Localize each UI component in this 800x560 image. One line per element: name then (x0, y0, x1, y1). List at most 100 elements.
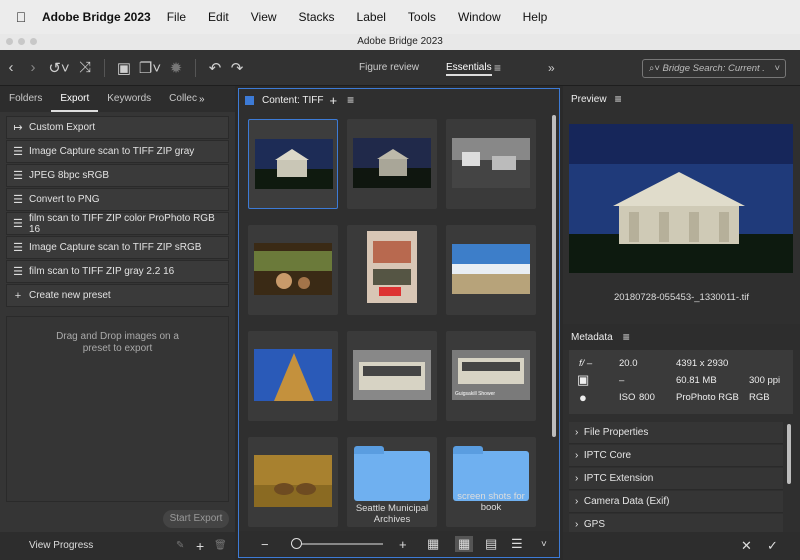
menu-view[interactable]: View (251, 10, 277, 24)
export-drop-zone[interactable]: Drag and Drop images on a preset to expo… (6, 316, 229, 502)
export-preset-row[interactable]: ☰ Image Capture scan to TIFF ZIP sRGB (6, 236, 229, 259)
camera-import-icon[interactable]: ▣ (113, 59, 135, 77)
preview-menu-icon[interactable]: ≡ (615, 92, 622, 106)
metadata-title: Metadata (571, 331, 613, 343)
menu-window[interactable]: Window (458, 10, 501, 24)
forward-icon[interactable]: › (22, 59, 44, 76)
section-camera-data[interactable]: › Camera Data (Exif) (569, 491, 783, 513)
content-panel: Content: TIFF + ≡ Guigsakill Shower Seat… (238, 88, 560, 558)
section-label: Camera Data (Exif) (583, 496, 670, 507)
minimize-window-icon[interactable] (18, 38, 25, 45)
iso-label: ISO (619, 392, 636, 403)
tab-folders[interactable]: Folders (0, 86, 51, 112)
custom-export-row[interactable]: ↦ Custom Export (6, 116, 229, 139)
thumbnail-cell[interactable] (347, 225, 437, 315)
export-preset-row[interactable]: ☰ film scan to TIFF ZIP gray 2.2 16 (6, 260, 229, 283)
rotate-right-icon[interactable]: ↷ (226, 59, 248, 77)
boomerang-icon[interactable]: ⤨ (74, 59, 96, 76)
section-file-properties[interactable]: › File Properties (569, 422, 783, 444)
search-icon: ⌕˅ (649, 63, 660, 74)
tab-collections[interactable]: Collec (160, 86, 197, 112)
edit-icon[interactable]: ✎ (176, 532, 184, 560)
thumbnail-view-icon[interactable]: ▦ (455, 536, 474, 552)
zoom-in-icon[interactable]: + (399, 537, 407, 552)
folder-cell[interactable]: screen shots for book (446, 437, 536, 527)
zoom-out-icon[interactable]: − (261, 537, 269, 552)
lock-grid-icon[interactable]: ▦ (427, 536, 439, 552)
export-preset-row[interactable]: ☰ Convert to PNG (6, 188, 229, 211)
drop-hint-line-1: Drag and Drop images on a (56, 331, 179, 342)
list-icon: ☰ (13, 170, 23, 182)
apply-icon[interactable]: ✓ (767, 538, 778, 554)
preview-filename: 20180728-055453-_1330011-.tif (613, 292, 750, 303)
refine-icon[interactable]: ❐˅ (135, 59, 165, 77)
export-preset-row[interactable]: ☰ film scan to TIFF ZIP color ProPhoto R… (6, 212, 229, 235)
list-icon: ☰ (13, 266, 23, 278)
export-preset-row[interactable]: ☰ JPEG 8bpc sRGB (6, 164, 229, 187)
start-export-button[interactable]: Start Export (163, 510, 229, 528)
thumbnail-cell[interactable]: Guigsakill Shower (446, 331, 536, 421)
recent-history-icon[interactable]: ↺˅ (44, 59, 74, 77)
add-icon[interactable]: + (196, 532, 204, 560)
thumbnail-size-slider[interactable] (291, 543, 383, 545)
thumbnail-cell[interactable] (248, 225, 338, 315)
thumbnail-cell[interactable] (248, 119, 338, 209)
app-name-menu[interactable]: Adobe Bridge 2023 (42, 10, 151, 24)
thumbnail-cell[interactable] (446, 225, 536, 315)
details-view-icon[interactable]: ▤ (485, 536, 497, 552)
aperture-value: 20.0 (619, 358, 638, 369)
workspace-menu-icon[interactable]: ≡ (494, 50, 501, 86)
workspace-essentials[interactable]: Essentials (446, 50, 492, 76)
section-iptc-core[interactable]: › IPTC Core (569, 445, 783, 467)
section-iptc-extension[interactable]: › IPTC Extension (569, 468, 783, 490)
open-in-camera-raw-icon[interactable]: ✹ (165, 59, 187, 77)
folder-cell[interactable]: Seattle Municipal Archives (347, 437, 437, 527)
preview-image[interactable] (569, 124, 793, 273)
menu-label[interactable]: Label (357, 10, 386, 24)
thumbnail-cell[interactable] (248, 437, 338, 527)
metadata-menu-icon[interactable]: ≡ (623, 330, 630, 344)
thumbnail-cell[interactable] (446, 119, 536, 209)
thumbnail-cell[interactable] (347, 331, 437, 421)
preset-label: JPEG 8bpc sRGB (29, 170, 110, 181)
menu-stacks[interactable]: Stacks (299, 10, 335, 24)
rotate-left-icon[interactable]: ↶ (204, 59, 226, 77)
zoom-window-icon[interactable] (30, 38, 37, 45)
workspace-figure-review[interactable]: Figure review (359, 50, 419, 86)
metadata-scrollbar[interactable] (787, 424, 791, 484)
bridge-search-input[interactable]: ⌕˅ Bridge Search: Current . ˅ (642, 59, 786, 78)
create-preset-row[interactable]: + Create new preset (6, 284, 229, 307)
thumbnail-cell[interactable] (347, 119, 437, 209)
content-menu-icon[interactable]: ≡ (347, 93, 354, 107)
search-placeholder: Bridge Search: Current . (662, 63, 765, 74)
folder-icon (354, 446, 430, 501)
content-color-swatch (245, 95, 254, 105)
more-tabs-icon[interactable]: » (199, 94, 205, 105)
search-dropdown-icon[interactable]: ˅ (774, 60, 780, 77)
trash-icon[interactable]: 🗑 (214, 532, 227, 560)
section-label: GPS (583, 519, 606, 530)
expand-workspaces-icon[interactable]: » (548, 50, 555, 86)
menu-edit[interactable]: Edit (208, 10, 229, 24)
house-night-thumbnail (255, 139, 333, 189)
camera-icon: ▣ (577, 372, 590, 387)
apple-icon[interactable]:  (0, 9, 42, 25)
list-view-icon[interactable]: ☰ (511, 536, 523, 552)
footer-dropdown-icon[interactable]: ˅ (541, 539, 547, 550)
menu-tools[interactable]: Tools (408, 10, 436, 24)
view-progress-link[interactable]: View Progress (29, 532, 93, 560)
tab-keywords[interactable]: Keywords (98, 86, 160, 112)
new-tab-icon[interactable]: + (330, 93, 338, 108)
slider-handle[interactable] (291, 538, 302, 549)
metadata-placard: f/ – ▣ ● 20.0 – ISO 800 4391 x 2930 60.8… (569, 350, 793, 414)
content-scrollbar[interactable] (552, 115, 556, 437)
tab-export[interactable]: Export (51, 86, 99, 112)
cancel-icon[interactable]: ✕ (741, 538, 752, 554)
menu-help[interactable]: Help (523, 10, 548, 24)
crowd-thumbnail (254, 243, 332, 295)
back-icon[interactable]: ‹ (0, 59, 22, 76)
close-window-icon[interactable] (6, 38, 13, 45)
menu-file[interactable]: File (167, 10, 186, 24)
thumbnail-cell[interactable] (248, 331, 338, 421)
export-preset-row[interactable]: ☰ Image Capture scan to TIFF ZIP gray (6, 140, 229, 163)
